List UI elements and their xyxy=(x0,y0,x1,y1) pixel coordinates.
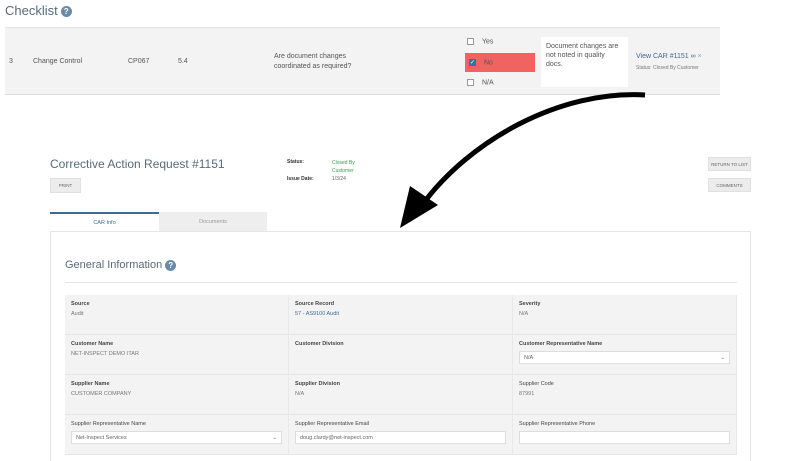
car-title: Corrective Action Request #1151 xyxy=(50,157,225,171)
field-label: Customer Name xyxy=(71,341,114,347)
field-label: Source xyxy=(71,301,90,307)
comments-button[interactable]: COMMENTS xyxy=(708,178,751,192)
field-supplier-email: Supplier Representative Email doug.clardy… xyxy=(289,415,513,455)
issue-date-value: 1/3/24 xyxy=(332,176,346,182)
field-label: Supplier Representative Email xyxy=(295,421,369,427)
supplier-email-input[interactable]: doug.clardy@net-inspect.com xyxy=(295,431,506,444)
help-icon[interactable]: ? xyxy=(165,259,177,271)
supplier-rep-select[interactable]: Net-Inspect Services ⌄ xyxy=(71,431,282,444)
field-source: Source Audit xyxy=(65,295,289,335)
field-customer-rep: Customer Representative Name N/A ⌄ xyxy=(513,335,737,375)
field-supplier-name: Supplier Name CUSTOMER COMPANY xyxy=(65,375,289,415)
field-source-record: Source Record 57 - AS9100 Audit xyxy=(289,295,513,335)
field-customer-division: Customer Division xyxy=(289,335,513,375)
customer-rep-select[interactable]: N/A ⌄ xyxy=(519,351,730,364)
field-value: CUSTOMER COMPANY xyxy=(71,391,132,397)
issue-date-label: Issue Date: xyxy=(287,176,314,182)
field-customer-name: Customer Name NET-INSPECT DEMO ITAR xyxy=(65,335,289,375)
chevron-down-icon: ⌄ xyxy=(272,434,277,441)
general-info-grid: Source Audit Source Record 57 - AS9100 Aud… xyxy=(65,295,737,455)
field-supplier-code: Supplier Code 87991 xyxy=(513,375,737,415)
field-value: Audit xyxy=(71,311,84,317)
tab-car-info[interactable]: CAR Info xyxy=(50,212,159,232)
select-value: Net-Inspect Services xyxy=(76,434,127,441)
field-label: Source Record xyxy=(295,301,335,307)
print-button[interactable]: PRINT xyxy=(50,178,81,193)
source-record-link[interactable]: 57 - AS9100 Audit xyxy=(295,311,506,317)
supplier-phone-input[interactable] xyxy=(519,431,730,444)
field-label: Customer Representative Name xyxy=(519,341,603,347)
field-supplier-division: Supplier Division N/A xyxy=(289,375,513,415)
divider xyxy=(65,282,737,283)
field-label: Supplier Name xyxy=(71,381,110,387)
section-title: General Information xyxy=(65,259,163,271)
field-label: Customer Division xyxy=(295,341,344,347)
field-supplier-phone: Supplier Representative Phone xyxy=(513,415,737,455)
field-label: Supplier Code xyxy=(519,381,554,387)
tab-documents[interactable]: Documents xyxy=(159,212,267,232)
field-value: NET-INSPECT DEMO ITAR xyxy=(71,351,139,357)
field-value: N/A xyxy=(295,391,305,397)
select-value: N/A xyxy=(524,354,534,361)
field-severity: Severity N/A xyxy=(513,295,737,335)
field-value: N/A xyxy=(519,311,529,317)
status-label: Status: xyxy=(287,159,304,165)
field-label: Severity xyxy=(519,301,541,307)
field-supplier-rep: Supplier Representative Name Net-Inspect … xyxy=(65,415,289,455)
chevron-down-icon: ⌄ xyxy=(720,354,725,361)
field-label: Supplier Representative Phone xyxy=(519,421,596,427)
section-heading: General Information? xyxy=(65,259,177,271)
field-label: Supplier Representative Name xyxy=(71,421,146,427)
field-value: 87991 xyxy=(519,391,535,397)
status-value: Closed By Customer xyxy=(332,160,355,174)
field-label: Supplier Division xyxy=(295,381,340,387)
return-to-list-button[interactable]: RETURN TO LIST xyxy=(708,157,751,171)
